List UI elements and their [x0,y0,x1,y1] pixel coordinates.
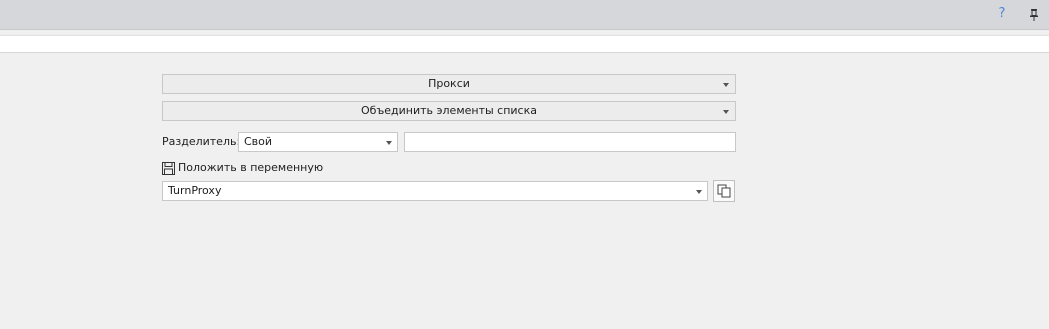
chevron-down-icon [696,190,702,194]
variable-select[interactable]: TurnProxy [162,181,708,201]
chevron-down-icon [723,83,729,87]
save-to-variable-label: Положить в переменную [178,161,324,174]
variable-select-value: TurnProxy [168,184,222,197]
chevron-down-icon [386,141,392,145]
proxy-dropdown[interactable]: Прокси [162,74,736,94]
chevron-down-icon [723,110,729,114]
help-icon[interactable]: ? [996,7,1008,21]
title-bar: ? [0,0,1049,30]
save-icon [162,161,175,175]
separator-label: Разделитель: [162,135,241,148]
proxy-dropdown-label: Прокси [428,77,470,90]
separator-select[interactable]: Свой [238,132,398,152]
copy-icon [717,184,731,198]
copy-variable-button[interactable] [713,180,735,202]
separator-select-value: Свой [244,135,273,148]
pin-icon[interactable] [1028,8,1040,22]
action-dropdown[interactable]: Объединить элементы списка [162,101,736,121]
custom-separator-input[interactable] [404,132,736,152]
toolbar-strip [0,35,1049,53]
action-dropdown-label: Объединить элементы списка [361,104,537,117]
save-to-variable-row: Положить в переменную [162,160,323,176]
